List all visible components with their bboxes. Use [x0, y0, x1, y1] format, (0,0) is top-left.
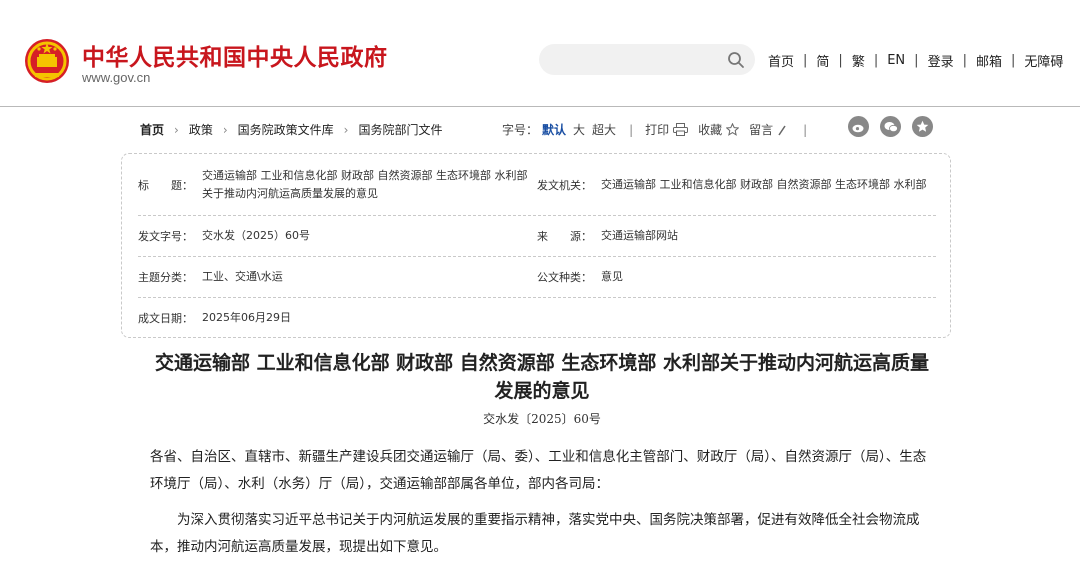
info-title-value: 交通运输部 工业和信息化部 财政部 自然资源部 生态环境部 水利部关于推动内河航…: [202, 168, 528, 200]
wechat-share-icon[interactable]: [880, 116, 901, 137]
info-issuer-value: 交通运输部 工业和信息化部 财政部 自然资源部 生态环境部 水利部: [601, 177, 927, 191]
info-date-key: 成文日期：: [138, 311, 193, 325]
document-info-table: 标 题： 交通运输部 工业和信息化部 财政部 自然资源部 生态环境部 水利部关于…: [121, 153, 951, 338]
font-size-extra-large[interactable]: 超大: [592, 121, 616, 138]
weibo-share-icon[interactable]: [848, 116, 869, 137]
top-nav: 首页 | 简 | 繁 | EN | 登录 | 邮箱 | 无障碍: [768, 51, 1064, 70]
breadcrumb: 首页 › 政策 › 国务院政策文件库 › 国务院部门文件: [140, 121, 443, 138]
article-recipients: 各省、自治区、直辖市、新疆生产建设兵团交通运输厅（局、委）、工业和信息化主管部门…: [150, 449, 927, 492]
info-type-value: 意见: [601, 270, 623, 283]
printer-icon: [673, 123, 689, 136]
comment-label: 留言: [749, 123, 774, 137]
search-icon[interactable]: [727, 51, 745, 69]
qzone-share-icon[interactable]: [912, 116, 933, 137]
info-topic-value: 工业、交通\水运: [202, 270, 283, 283]
font-size-label: 字号：: [502, 123, 539, 137]
site-title[interactable]: 中华人民共和国中央人民政府: [82, 38, 388, 72]
site-url: www.gov.cn: [82, 70, 151, 85]
info-type-key: 公文种类：: [537, 271, 592, 284]
pencil-icon: [778, 125, 786, 135]
chevron-right-icon: ›: [222, 122, 228, 137]
print-label: 打印: [645, 123, 670, 137]
share-buttons: [848, 116, 944, 137]
site-header: 中华人民共和国中央人民政府 www.gov.cn 首页 | 简 | 繁 | EN…: [0, 0, 1080, 107]
favorite-button[interactable]: 收藏: [698, 121, 740, 138]
nav-english[interactable]: EN: [887, 53, 905, 68]
info-doc-no-value: 交水发（2025）60号: [202, 229, 310, 242]
info-row-doc-no: 发文字号： 交水发（2025）60号 来 源： 交通运输部网站: [138, 216, 936, 257]
breadcrumb-policy-library[interactable]: 国务院政策文件库: [238, 121, 334, 138]
article-tools: 字号： 默认 大 超大 | 打印 收藏 留言 |: [502, 121, 808, 138]
info-source-value: 交通运输部网站: [601, 229, 678, 242]
info-row-date: 成文日期： 2025年06月29日: [138, 298, 936, 337]
info-title-key: 标 题：: [138, 178, 193, 192]
breadcrumb-home[interactable]: 首页: [140, 121, 164, 138]
info-date-value: 2025年06月29日: [202, 310, 291, 324]
nav-simplified[interactable]: 简: [816, 51, 829, 70]
star-icon: [726, 123, 740, 136]
article-doc-number: 交水发〔2025〕60号: [483, 412, 601, 426]
nav-traditional[interactable]: 繁: [852, 51, 865, 70]
nav-mailbox[interactable]: 邮箱: [976, 51, 1002, 70]
nav-home[interactable]: 首页: [768, 51, 794, 70]
nav-login[interactable]: 登录: [928, 51, 954, 70]
breadcrumb-bar: 首页 › 政策 › 国务院政策文件库 › 国务院部门文件 字号： 默认 大 超大…: [140, 116, 940, 139]
breadcrumb-policy[interactable]: 政策: [189, 121, 213, 138]
chevron-right-icon: ›: [343, 122, 349, 137]
search-input[interactable]: [539, 44, 755, 75]
font-size-large[interactable]: 大: [573, 121, 585, 138]
article-title: 交通运输部 工业和信息化部 财政部 自然资源部 生态环境部 水利部关于推动内河航…: [154, 352, 930, 402]
chevron-right-icon: ›: [174, 122, 179, 137]
info-row-title: 标 题： 交通运输部 工业和信息化部 财政部 自然资源部 生态环境部 水利部关于…: [138, 154, 936, 216]
info-doc-no-key: 发文字号：: [138, 230, 193, 243]
favorite-label: 收藏: [698, 123, 723, 137]
info-source-key: 来 源：: [537, 230, 592, 243]
comment-button[interactable]: 留言: [749, 121, 787, 138]
info-issuer-key: 发文机关：: [537, 178, 592, 192]
article-intro-paragraph: 为深入贯彻落实习近平总书记关于内河航运发展的重要指示精神，落实党中央、国务院决策…: [150, 512, 920, 555]
font-size-default[interactable]: 默认: [542, 121, 566, 138]
info-topic-key: 主题分类：: [138, 271, 193, 284]
print-button[interactable]: 打印: [645, 121, 689, 138]
nav-accessibility[interactable]: 无障碍: [1024, 51, 1063, 70]
breadcrumb-department-docs[interactable]: 国务院部门文件: [358, 121, 442, 138]
national-emblem-icon[interactable]: [24, 37, 70, 85]
info-row-topic: 主题分类： 工业、交通\水运 公文种类： 意见: [138, 257, 936, 298]
